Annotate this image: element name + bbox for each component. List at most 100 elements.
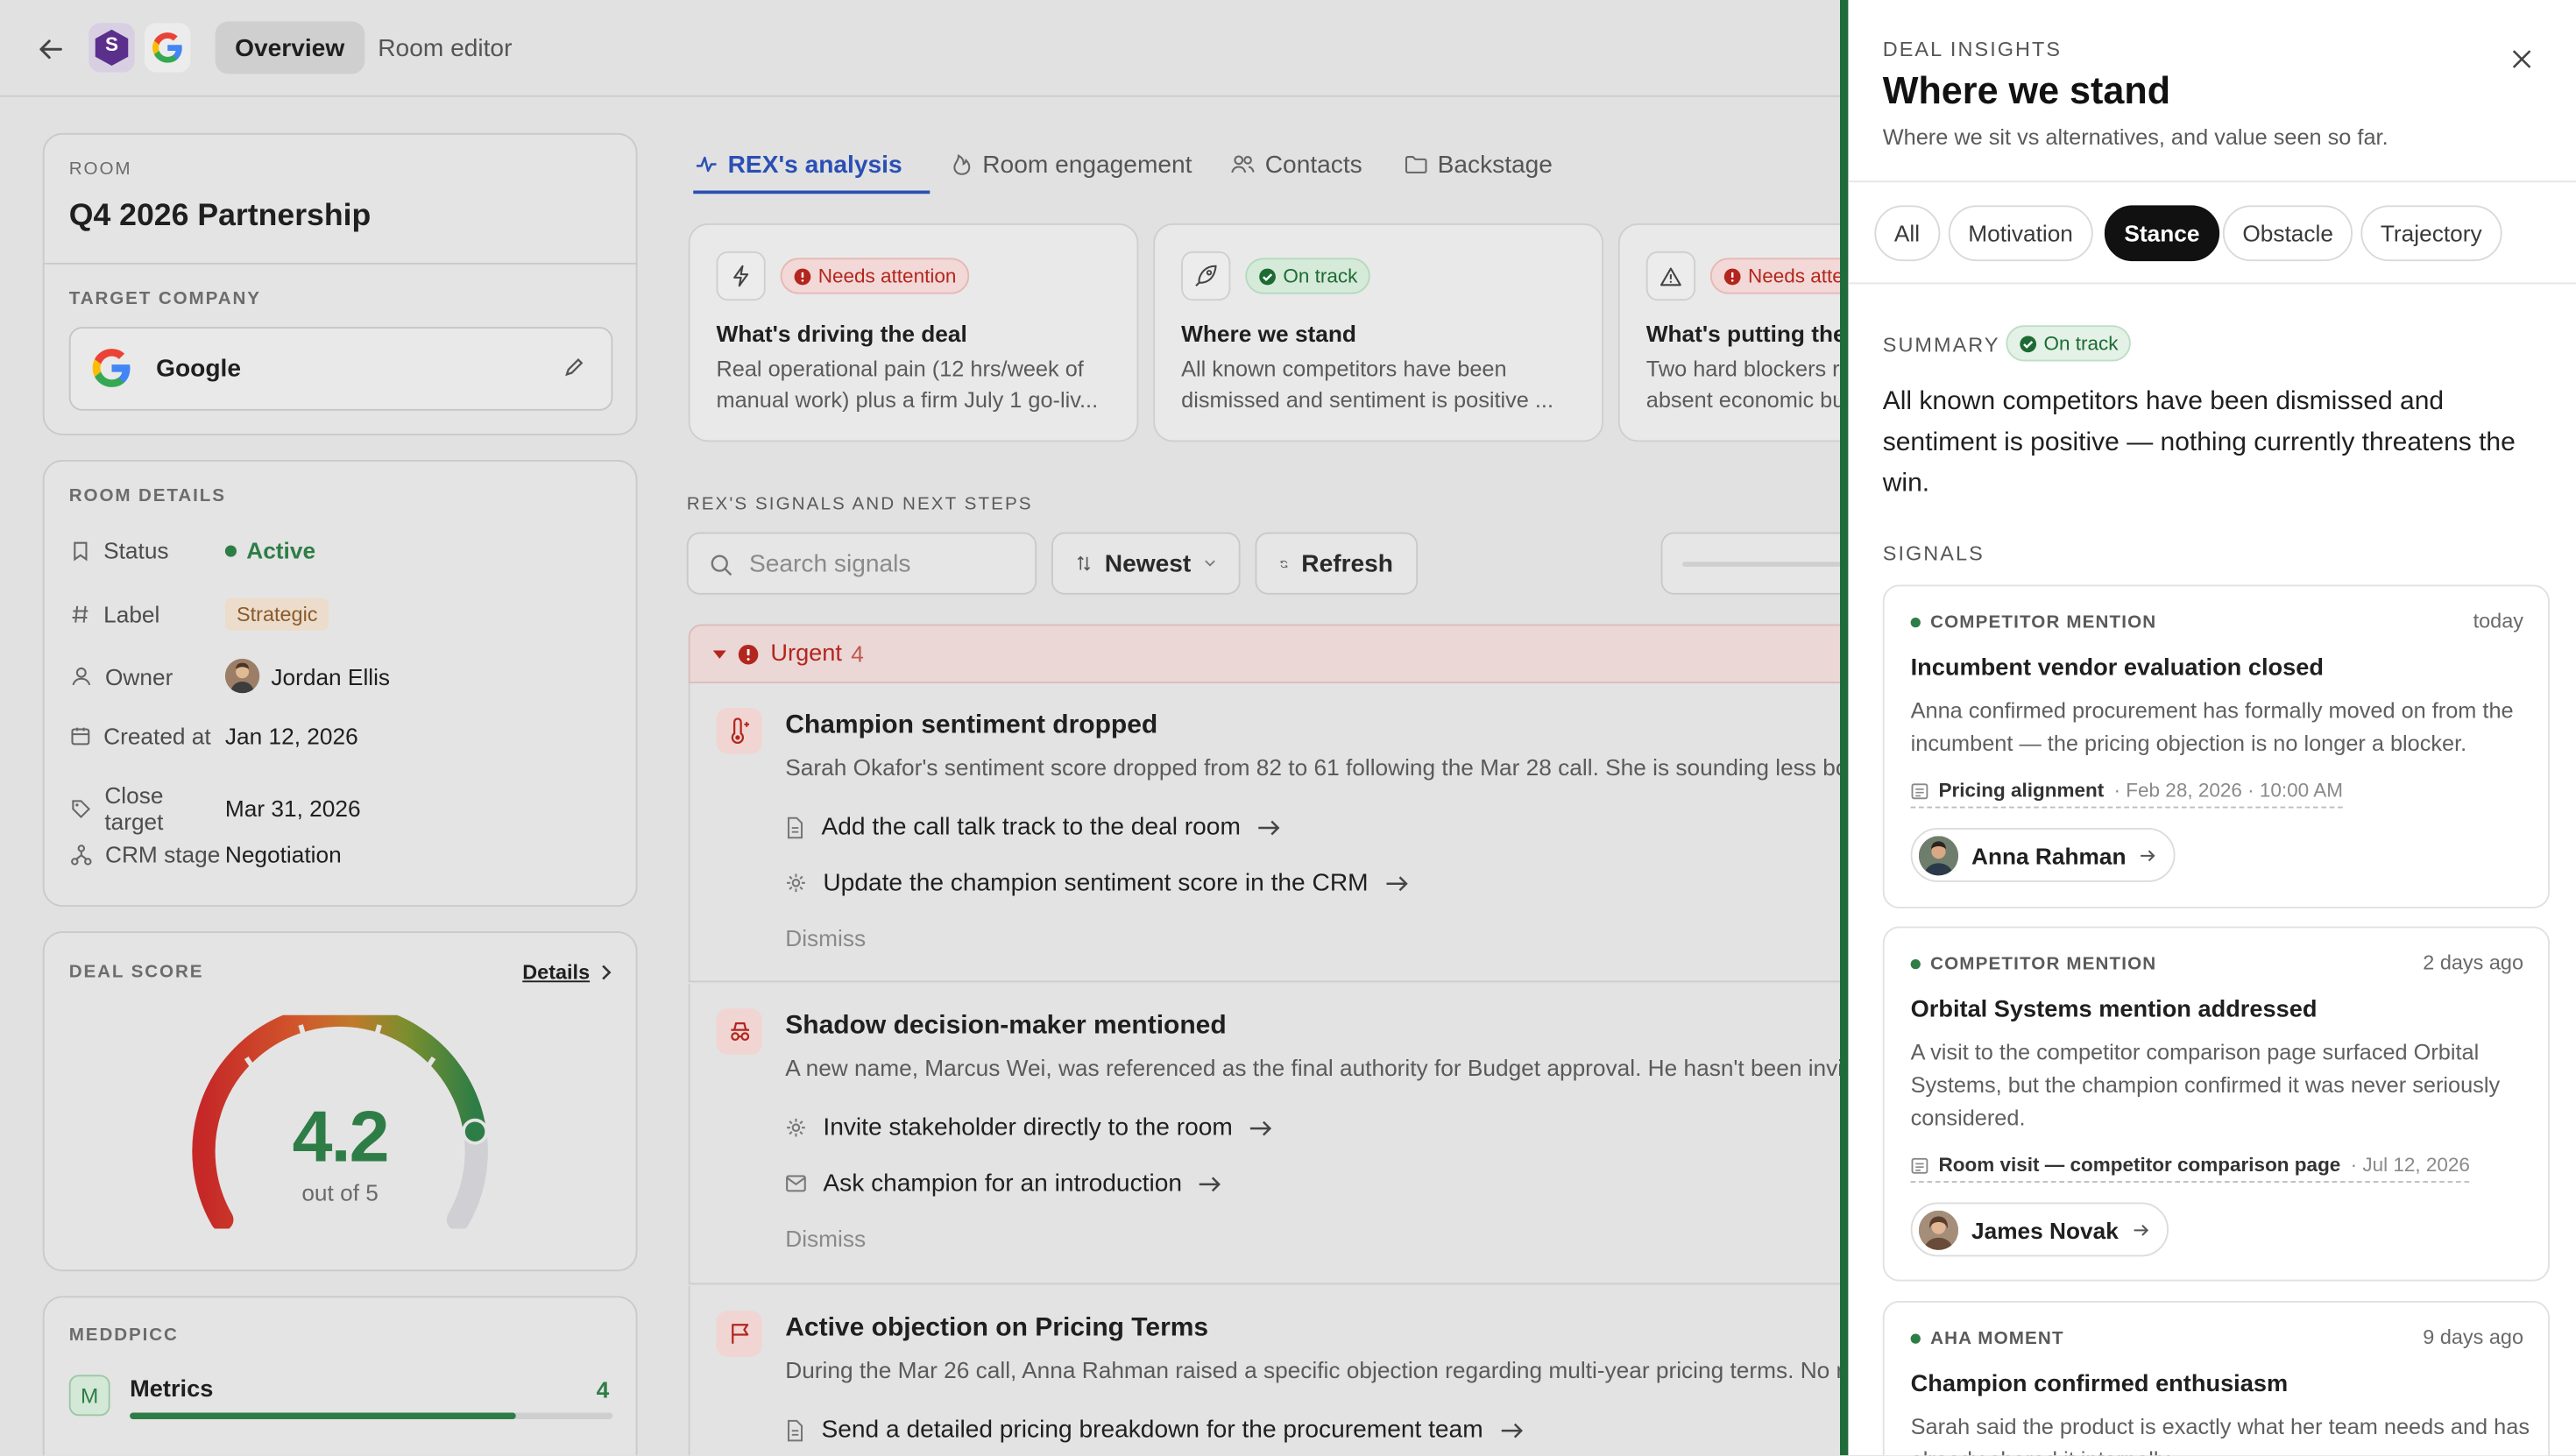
page-source-icon <box>1911 1156 1928 1173</box>
deal-score-value: 4.2 <box>292 1097 390 1178</box>
needs-attention-badge: Needs attention <box>780 258 970 294</box>
chevron-right-icon <box>602 965 612 980</box>
tab-rex-analysis[interactable]: REX's analysis <box>695 135 902 194</box>
dismiss-button[interactable]: Dismiss <box>785 925 866 951</box>
search-icon <box>711 555 732 576</box>
caret-down-icon <box>712 650 726 659</box>
spy-icon <box>716 1008 762 1055</box>
warning-triangle-icon <box>1645 251 1695 301</box>
meddpicc-item-value: 4 <box>596 1376 610 1403</box>
signal-source[interactable]: Room visit — competitor comparison page … <box>1910 1153 2470 1183</box>
owner-value: Jordan Ellis <box>271 662 391 689</box>
signal-title: Active objection on Pricing Terms <box>785 1314 1209 1342</box>
back-arrow-icon[interactable] <box>30 28 73 71</box>
contact-chip[interactable]: James Novak <box>1910 1202 2169 1257</box>
dismiss-button[interactable]: Dismiss <box>785 1226 866 1252</box>
detail-label: Label Strategic <box>71 597 329 631</box>
next-step-label: Update the champion sentiment score in t… <box>823 868 1369 897</box>
filter-all[interactable]: All <box>1874 205 1940 262</box>
google-logo-icon <box>88 345 135 392</box>
calendar-source-icon <box>1911 782 1928 799</box>
bookmark-icon <box>74 541 88 561</box>
source-name: Pricing alignment <box>1938 778 2105 802</box>
tab-contacts-label: Contacts <box>1264 150 1362 179</box>
source-name: Room visit — competitor comparison page <box>1938 1153 2341 1177</box>
document-icon <box>787 1418 803 1441</box>
next-step-item[interactable]: Ask champion for an introduction <box>785 1170 1223 1198</box>
refresh-label: Refresh <box>1301 549 1393 578</box>
hash-icon <box>72 605 88 623</box>
details-link[interactable]: Details <box>522 961 612 984</box>
contact-name: James Novak <box>1971 1216 2119 1243</box>
divider <box>1848 282 2576 285</box>
refresh-icon <box>1280 560 1288 568</box>
tab-room-engagement[interactable]: Room engagement <box>952 135 1192 194</box>
refresh-button[interactable]: Refresh <box>1255 532 1419 595</box>
next-step-item[interactable]: Add the call talk track to the deal room <box>785 813 1282 841</box>
tab-room-engagement-label: Room engagement <box>982 150 1192 179</box>
tab-room-editor[interactable]: Room editor <box>358 21 532 74</box>
active-dot <box>224 544 237 556</box>
insight-card-driving[interactable]: Needs attention What's driving the deal … <box>688 223 1139 442</box>
tab-overview[interactable]: Overview <box>215 21 364 74</box>
room-details-label: ROOM DETAILS <box>68 486 226 506</box>
flame-icon <box>953 154 971 175</box>
signal-source[interactable]: Pricing alignment · Feb 28, 2026 · 10:00… <box>1910 778 2343 809</box>
google-logo <box>145 23 191 73</box>
insight-card-stance[interactable]: On track Where we stand All known compet… <box>1153 223 1603 442</box>
search-signals-input[interactable]: Search signals <box>686 532 1037 595</box>
tab-contacts[interactable]: Contacts <box>1230 135 1362 194</box>
gear-icon <box>787 1118 805 1137</box>
divider <box>44 263 636 265</box>
urgent-count: 4 <box>851 640 864 668</box>
room-label: ROOM <box>68 159 132 180</box>
signal-card[interactable]: COMPETITOR MENTION 2 days ago Orbital Sy… <box>1882 926 2550 1282</box>
filter-trajectory[interactable]: Trajectory <box>2360 205 2502 262</box>
arrow-right-icon <box>1258 819 1280 835</box>
check-circle-icon <box>2020 335 2037 352</box>
tab-backstage[interactable]: Backstage <box>1405 135 1553 194</box>
source-date: · Feb 28, 2026 · 10:00 AM <box>2113 778 2343 802</box>
chevron-down-icon <box>1205 560 1215 567</box>
source-date: · Jul 12, 2026 <box>2350 1153 2470 1177</box>
detail-owner: Owner Jordan Ellis <box>71 658 391 694</box>
target-company-field[interactable]: Google <box>68 327 613 411</box>
edit-pencil-icon[interactable] <box>563 357 584 378</box>
next-step-item[interactable]: Invite stakeholder directly to the room <box>785 1113 1273 1141</box>
meddpicc-progress-track <box>130 1412 613 1419</box>
signal-card-description: Sarah said the product is exactly what h… <box>1910 1414 2530 1455</box>
signal-card[interactable]: COMPETITOR MENTION today Incumbent vendo… <box>1882 584 2550 908</box>
folder-icon <box>1405 156 1427 173</box>
flag-icon <box>716 1311 762 1357</box>
signal-time: 2 days ago <box>2423 951 2523 974</box>
close-target-value: Mar 31, 2026 <box>224 795 361 822</box>
signal-card-description: Anna confirmed procurement has formally … <box>1910 697 2514 756</box>
rocket-icon <box>1181 251 1231 301</box>
users-icon <box>1231 155 1255 173</box>
next-step-item[interactable]: Send a detailed pricing breakdown for th… <box>785 1416 1524 1444</box>
sort-dropdown[interactable]: Newest <box>1051 532 1241 595</box>
urgent-group-header[interactable]: Urgent 4 <box>688 624 1872 683</box>
alert-circle-icon <box>794 267 811 285</box>
next-step-item[interactable]: Update the champion sentiment score in t… <box>785 869 1409 897</box>
signals-section-label: REX'S SIGNALS AND NEXT STEPS <box>686 494 1033 514</box>
contact-chip[interactable]: Anna Rahman <box>1910 828 2176 882</box>
close-icon[interactable] <box>2502 39 2542 79</box>
check-circle-icon <box>1259 267 1276 285</box>
signal-time: today <box>2473 609 2523 633</box>
target-company-label: TARGET COMPANY <box>68 289 261 309</box>
filter-stance[interactable]: Stance <box>2104 205 2219 262</box>
insight-text-line-1: All known competitors have been <box>1181 356 1507 381</box>
next-step-label: Send a detailed pricing breakdown for th… <box>821 1416 1483 1445</box>
alert-circle-icon <box>1723 267 1741 285</box>
crm-stage-label: CRM stage <box>105 841 221 867</box>
sort-icon <box>1077 555 1091 571</box>
signal-card-title: Incumbent vendor evaluation closed <box>1910 655 2324 682</box>
filter-motivation[interactable]: Motivation <box>1948 205 2093 262</box>
filter-obstacle[interactable]: Obstacle <box>2222 205 2353 262</box>
detail-crm-stage: CRM stage Negotiation <box>71 841 342 867</box>
signal-card[interactable]: AHA MOMENT 9 days ago Champion confirmed… <box>1882 1301 2550 1456</box>
arrow-right-icon <box>1386 875 1408 891</box>
insight-title: Where we stand <box>1181 320 1356 347</box>
signal-category: AHA MOMENT <box>1910 1329 2064 1348</box>
